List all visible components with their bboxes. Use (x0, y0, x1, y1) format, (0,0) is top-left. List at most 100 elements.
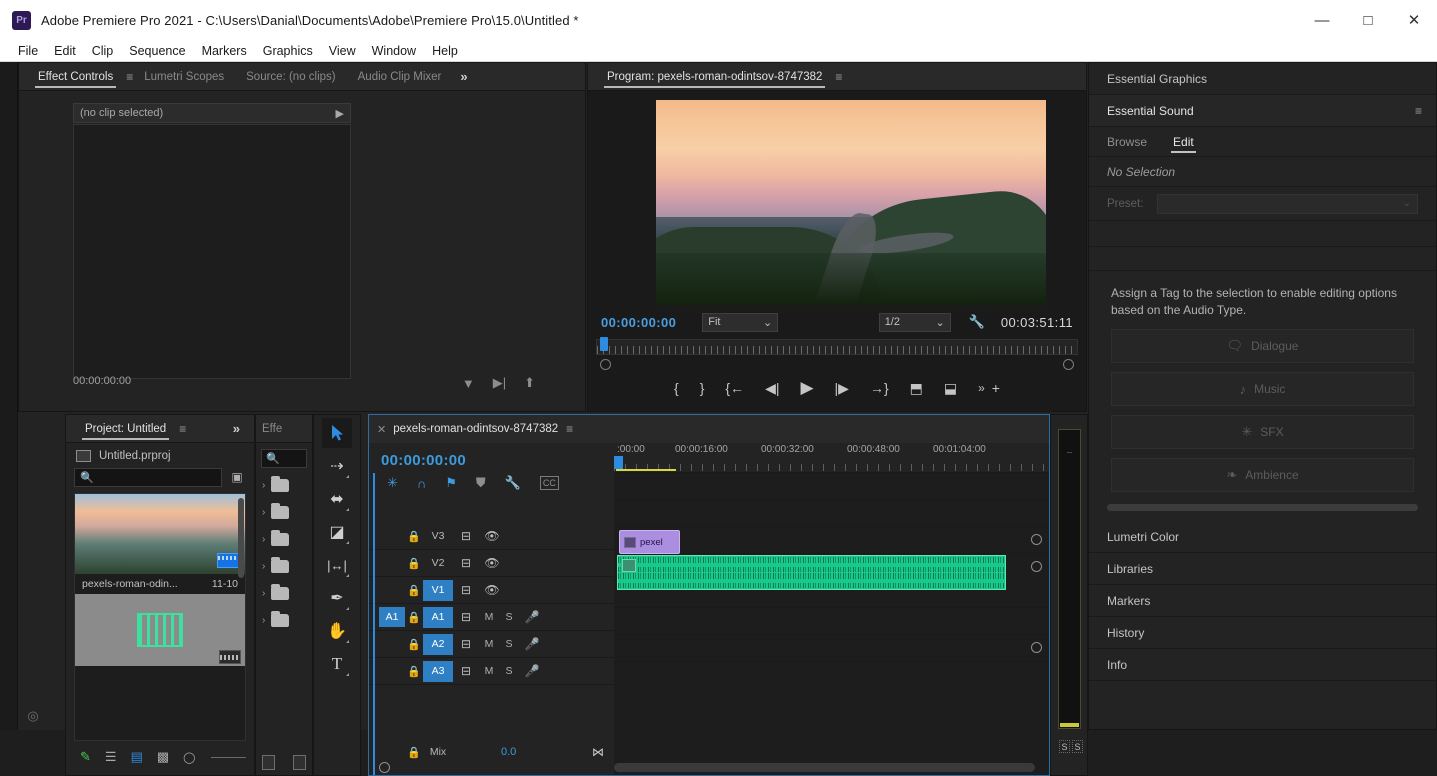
audio-clip[interactable] (617, 555, 1006, 590)
panel-essential-sound[interactable]: Essential Sound ≡ (1089, 95, 1436, 127)
close-icon[interactable]: ✕ (377, 423, 386, 436)
lane-keyframe-dot-v1[interactable] (1031, 534, 1042, 545)
eye-icon[interactable]: 👁 (479, 529, 505, 543)
tab-browse[interactable]: Browse (1107, 127, 1147, 157)
menu-item-markers[interactable]: Markers (194, 40, 255, 62)
menu-item-view[interactable]: View (321, 40, 364, 62)
program-playhead-timecode[interactable]: 00:00:00:00 (601, 315, 676, 330)
extract-button[interactable]: ⬓ (944, 380, 957, 397)
tab-edit[interactable]: Edit (1171, 127, 1196, 157)
menu-item-clip[interactable]: Clip (84, 40, 122, 62)
lock-icon[interactable]: 🔒 (405, 665, 423, 678)
lane-keyframe-dot-a3[interactable] (1031, 642, 1042, 653)
menu-item-sequence[interactable]: Sequence (121, 40, 193, 62)
timeline-menu-icon[interactable]: ≡ (566, 422, 573, 436)
panel-lumetri-color[interactable]: Lumetri Color (1089, 521, 1436, 553)
minimize-button[interactable]: — (1299, 0, 1345, 40)
razor-tool[interactable]: ◪ (322, 517, 352, 547)
mute-button-a3[interactable]: M (479, 665, 499, 677)
icon-view-icon[interactable]: ▤ (131, 749, 143, 765)
sync-lock-icon[interactable]: ⊟ (453, 529, 479, 543)
chevron-right-icon[interactable]: › (262, 534, 265, 545)
mark-in-button[interactable]: { (674, 380, 679, 396)
project-overflow-button[interactable]: » (225, 421, 248, 436)
menu-item-window[interactable]: Window (364, 40, 424, 62)
track-name-v3[interactable]: V3 (423, 526, 453, 547)
track-name-a2[interactable]: A2 (423, 633, 453, 655)
list-item[interactable] (75, 594, 245, 666)
sync-lock-icon[interactable]: ⊟ (453, 637, 479, 651)
play-button[interactable]: ▶ (800, 378, 813, 398)
project-search-input[interactable]: 🔍 (74, 468, 222, 487)
snap-icon[interactable]: ∩ (417, 476, 426, 491)
type-tool[interactable]: T (322, 649, 352, 679)
menu-item-graphics[interactable]: Graphics (255, 40, 321, 62)
tag-music-button[interactable]: ♪ Music (1111, 372, 1414, 406)
video-clip[interactable]: pexel (619, 530, 680, 554)
play-in-to-out-icon[interactable]: ▶| (493, 375, 506, 391)
lock-icon[interactable]: 🔒 (405, 746, 423, 759)
voiceover-icon[interactable]: 🎤 (519, 610, 545, 624)
effects-folder-row[interactable]: › (256, 472, 312, 499)
insert-overwrite-icon[interactable]: ✳ (387, 475, 398, 491)
tab-project-untitled[interactable]: Project: Untitled (74, 415, 177, 442)
track-header-a2[interactable]: 🔒 A2 ⊟ M S 🎤 (369, 631, 614, 658)
settings-icon[interactable]: ◎ (20, 705, 46, 727)
program-monitor-zoom-scrollbar[interactable] (596, 359, 1078, 370)
step-back-button[interactable]: ◀| (765, 380, 779, 397)
timeline-zoom-handle-left[interactable] (379, 762, 390, 773)
effects-folder-row[interactable]: › (256, 499, 312, 526)
tab-program-monitor[interactable]: Program: pexels-roman-odintsov-8747382 (596, 63, 833, 90)
track-header-a3[interactable]: 🔒 A3 ⊟ M S 🎤 (369, 658, 614, 685)
funnel-icon[interactable]: ▼ (462, 376, 475, 391)
panel-history[interactable]: History (1089, 617, 1436, 649)
effects-search-input[interactable]: 🔍 (261, 449, 307, 468)
mix-value[interactable]: 0.0 (501, 746, 516, 758)
track-header-v2[interactable]: 🔒 V2 ⊟ 👁 (369, 550, 614, 577)
playback-resolution-select[interactable]: 1/2 ⌄ (878, 312, 951, 332)
sync-lock-icon[interactable]: ⊟ (453, 664, 479, 678)
tab-effects[interactable]: Effe (260, 415, 284, 442)
go-to-in-button[interactable]: {← (725, 380, 744, 396)
solo-button-a2[interactable]: S (499, 638, 519, 650)
effects-folder-row[interactable]: › (256, 526, 312, 553)
project-list-scrollbar[interactable] (238, 498, 244, 578)
effects-folder-row[interactable]: › (256, 607, 312, 634)
sync-lock-icon[interactable]: ⊟ (453, 556, 479, 570)
solo-button-a1[interactable]: S (499, 611, 519, 623)
lock-icon[interactable]: 🔒 (405, 530, 423, 543)
wrench-icon[interactable]: 🔧 (969, 314, 985, 330)
lift-button[interactable]: ⬒ (910, 380, 923, 397)
lane-v2[interactable] (614, 500, 1049, 527)
tab-sequence[interactable]: pexels-roman-odintsov-8747382 (393, 423, 558, 435)
meter-solo-right-button[interactable]: S (1072, 740, 1083, 753)
program-monitor-scrubber[interactable] (596, 337, 1078, 355)
step-forward-button[interactable]: |▶ (835, 380, 849, 397)
effects-folder-row[interactable]: › (256, 580, 312, 607)
list-view-icon[interactable]: ☰ (105, 749, 117, 765)
source-patch-a1[interactable]: A1 (379, 607, 405, 627)
voiceover-icon[interactable]: 🎤 (519, 664, 545, 678)
more-button[interactable]: » (978, 381, 985, 395)
effect-controls-expand-arrow-icon[interactable]: ▶ (336, 107, 344, 120)
zoom-slider[interactable] (211, 756, 246, 758)
lane-v3[interactable] (614, 473, 1049, 500)
ripple-edit-tool[interactable]: ⬌ (322, 484, 352, 514)
timeline-settings-icon[interactable]: 🔧 (505, 475, 521, 491)
panel-libraries[interactable]: Libraries (1089, 553, 1436, 585)
timeline-timecode[interactable]: 00:00:00:00 (369, 443, 614, 469)
program-monitor-menu-icon[interactable]: ≡ (835, 70, 842, 84)
slip-tool[interactable]: |↔| (322, 550, 352, 580)
button-editor-button[interactable]: + (992, 380, 1000, 396)
lane-a1[interactable] (614, 554, 1049, 608)
lane-a3[interactable] (614, 635, 1049, 662)
mark-out-button[interactable]: } (700, 380, 705, 396)
track-name-a1[interactable]: A1 (423, 606, 453, 628)
tab-effect-controls[interactable]: Effect Controls (27, 63, 124, 90)
eye-icon[interactable]: 👁 (479, 556, 505, 570)
project-item-list[interactable]: pexels-roman-odin... 11-10 (74, 493, 246, 741)
sync-lock-icon[interactable]: ⊟ (453, 583, 479, 597)
track-select-forward-tool[interactable]: ⇢ (322, 451, 352, 481)
sync-lock-icon[interactable]: ⊟ (453, 610, 479, 624)
essential-sound-menu-icon[interactable]: ≡ (1415, 104, 1422, 118)
